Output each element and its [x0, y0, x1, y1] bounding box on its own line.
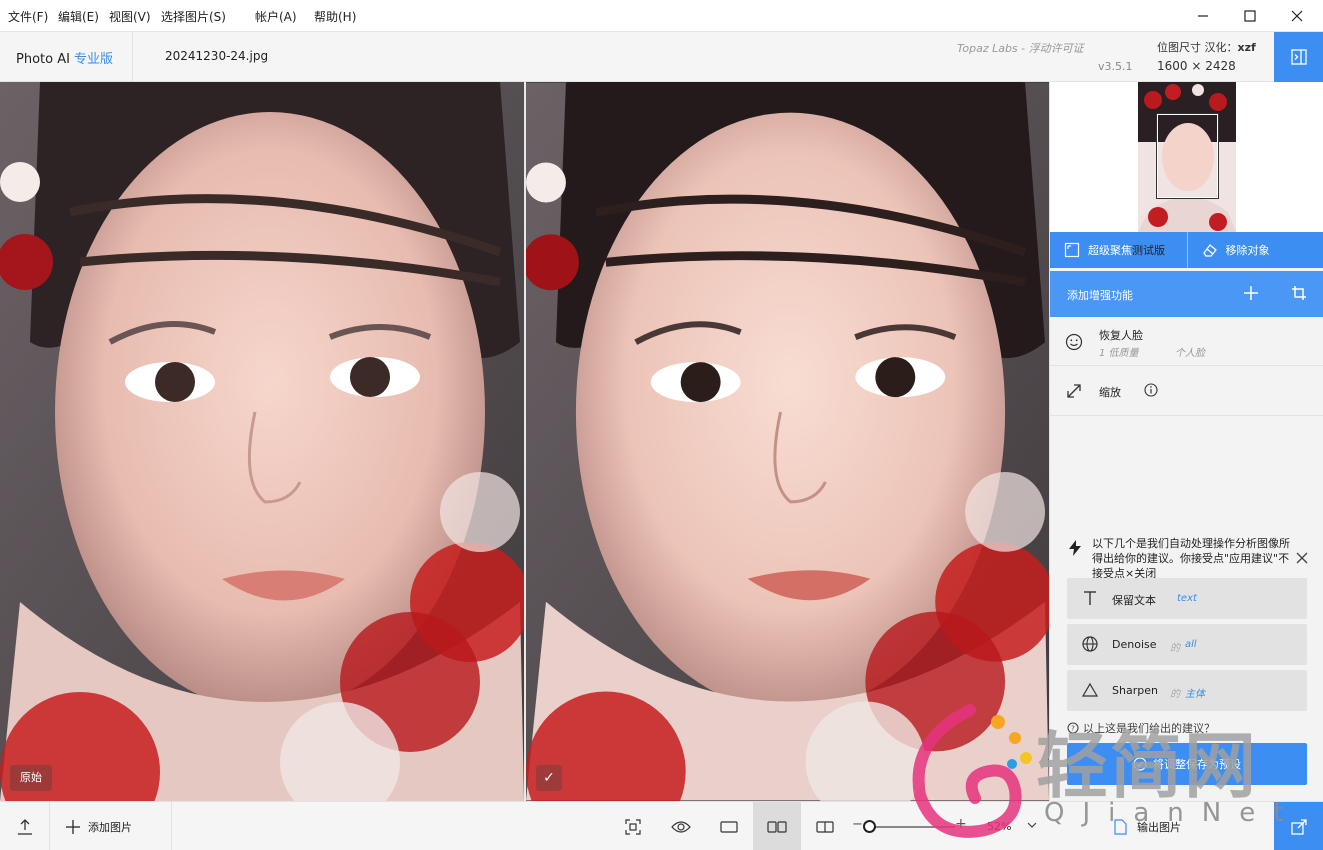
add-enhancement-bar: 添加增强功能 — [1050, 271, 1323, 317]
dimension-label: 位图尺寸 汉化：xzf — [1157, 41, 1256, 54]
suggestion-sharpen[interactable]: Sharpen 的 主体 — [1067, 670, 1307, 711]
split-view-button[interactable] — [801, 802, 849, 850]
upload-button[interactable] — [0, 802, 50, 850]
side-by-side-icon — [767, 820, 787, 833]
menu-view[interactable]: 视图(V) — [109, 8, 151, 25]
version-text: v3.5.1 — [1098, 60, 1133, 73]
navigator — [1050, 82, 1323, 232]
suggestion-denoise[interactable]: Denoise 的 all — [1067, 624, 1307, 665]
preview-button[interactable] — [657, 802, 705, 850]
suggestion-text: 以下几个是我们自动处理操作分析图像所得出给你的建议。你接受点"应用建议"不接受点… — [1092, 537, 1290, 578]
side-panel: 超级聚焦测试版 移除对象 添加增强功能 恢复人脸 1 低质量 个人脸 缩放 以下… — [1049, 82, 1323, 801]
zoom-slider[interactable] — [865, 826, 955, 828]
face-recovery-title: 恢复人脸 — [1099, 329, 1143, 342]
face-recovery-row[interactable]: 恢复人脸 1 低质量 个人脸 — [1050, 318, 1323, 366]
focus-frame-icon — [625, 818, 641, 835]
crop-button[interactable] — [1288, 282, 1310, 304]
suggestion-header: 以下几个是我们自动处理操作分析图像所得出给你的建议。你接受点"应用建议"不接受点… — [1068, 536, 1318, 578]
zoom-level[interactable]: 52% — [987, 820, 1011, 833]
edition-label: 专业版 — [73, 52, 113, 67]
panel-toggle-icon — [1290, 49, 1307, 65]
close-button[interactable] — [1274, 0, 1320, 32]
face-icon — [1064, 332, 1084, 352]
scale-row[interactable]: 缩放 — [1050, 366, 1323, 416]
app-header: Photo AI 专业版 20241230-24.jpg Topaz Labs -… — [0, 32, 1323, 82]
app-name: Photo AI — [16, 52, 70, 67]
minimize-button[interactable] — [1180, 0, 1226, 32]
zoom-out-button[interactable]: − — [852, 817, 863, 832]
triangle-icon — [1080, 680, 1100, 700]
add-enhancement-button[interactable] — [1240, 282, 1262, 304]
brand: Photo AI 专业版 — [16, 48, 113, 67]
feature-bar: 超级聚焦测试版 移除对象 — [1050, 232, 1323, 268]
close-icon — [1291, 10, 1303, 22]
original-pane[interactable]: 原始 — [0, 82, 524, 801]
upload-icon — [17, 818, 32, 835]
add-image-button[interactable]: 添加图片 — [50, 802, 172, 850]
eye-icon — [671, 820, 691, 833]
file-name: 20241230-24.jpg — [165, 49, 269, 63]
add-enhancement-label: 添加增强功能 — [1067, 289, 1133, 302]
single-view-button[interactable] — [705, 802, 753, 850]
image-viewer[interactable]: 原始 ✓ — [0, 82, 1049, 801]
face-quality-text: 1 低质量 — [1099, 348, 1139, 359]
single-view-icon — [720, 820, 738, 833]
focus-icon — [1064, 242, 1080, 258]
viewport-frame[interactable] — [1157, 114, 1218, 198]
face-count-text: 个人脸 — [1175, 348, 1205, 359]
menu-bar: 文件(F) 编辑(E) 视图(V) 选择图片(S) 帐户(A) 帮助(H) — [0, 0, 1323, 32]
minimize-icon — [1198, 15, 1208, 17]
menu-file[interactable]: 文件(F) — [8, 8, 48, 25]
close-suggestion-icon[interactable] — [1296, 552, 1308, 564]
focus-view-button[interactable] — [609, 802, 657, 850]
scale-title: 缩放 — [1099, 386, 1121, 399]
chevron-down-icon[interactable] — [1026, 819, 1038, 831]
suggestion-preserve-text[interactable]: 保留文本 text — [1067, 578, 1307, 619]
license-text: Topaz Labs - 浮动许可证 — [957, 42, 1084, 55]
dimension-value: 1600 × 2428 — [1157, 59, 1236, 73]
split-view-icon — [816, 820, 834, 833]
zoom-in-button[interactable]: + — [955, 816, 967, 832]
original-tag: 原始 — [10, 765, 52, 791]
navigator-thumbnail[interactable] — [1138, 82, 1236, 232]
crop-icon — [1292, 286, 1306, 300]
menu-help[interactable]: 帮助(H) — [314, 8, 356, 25]
side-by-side-view-button[interactable] — [753, 802, 801, 850]
zoom-slider-handle[interactable] — [863, 820, 876, 833]
processed-check-tag: ✓ — [536, 765, 562, 791]
processed-pane[interactable]: ✓ — [526, 82, 1049, 801]
remove-object-button[interactable]: 移除对象 — [1186, 232, 1323, 268]
plus-icon — [1244, 286, 1258, 300]
watermark-text: 轻简网 — [1036, 723, 1259, 808]
eraser-icon — [1202, 244, 1217, 257]
panel-toggle-button[interactable] — [1274, 32, 1323, 82]
maximize-icon — [1244, 10, 1256, 22]
menu-account[interactable]: 帐户(A) — [255, 8, 297, 25]
info-icon[interactable] — [1144, 383, 1158, 397]
processed-photo — [526, 82, 1049, 801]
lightning-icon — [1069, 540, 1081, 556]
globe-icon — [1080, 634, 1100, 654]
resize-icon — [1064, 381, 1084, 401]
header-divider — [132, 32, 133, 82]
watermark-subtext: QJianNet — [1044, 798, 1302, 828]
menu-edit[interactable]: 编辑(E) — [58, 8, 99, 25]
original-photo — [0, 82, 524, 801]
text-icon — [1080, 588, 1100, 608]
add-icon — [66, 819, 80, 834]
super-focus-button[interactable]: 超级聚焦测试版 — [1050, 232, 1187, 268]
menu-select-image[interactable]: 选择图片(S) — [161, 8, 226, 25]
maximize-button[interactable] — [1227, 0, 1273, 32]
